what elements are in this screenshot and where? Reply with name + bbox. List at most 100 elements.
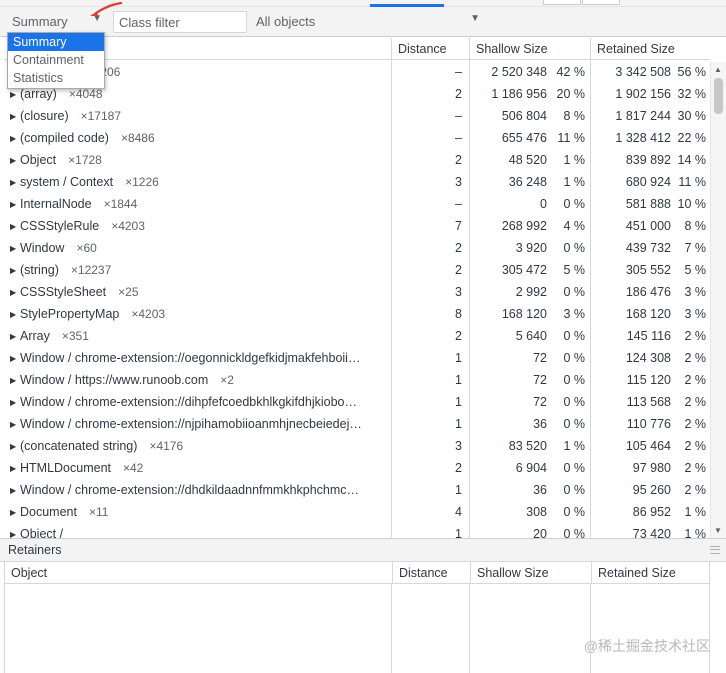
table-row[interactable]: ▶(system)×26206–2 520 34842 %3 342 50856… bbox=[4, 61, 710, 83]
class-filter-input[interactable] bbox=[113, 11, 247, 33]
column-divider bbox=[469, 584, 470, 673]
instance-count: ×4048 bbox=[68, 87, 103, 101]
expand-triangle-icon[interactable]: ▶ bbox=[10, 370, 20, 391]
constructor-name: Window bbox=[20, 241, 65, 255]
dropdown-option-summary[interactable]: Summary bbox=[8, 33, 104, 51]
table-row[interactable]: ▶ StylePropertyMap ×4203 8 168 120 3 % 168 120… bbox=[4, 303, 710, 325]
retained-size-cell: 581 888 bbox=[625, 197, 671, 211]
table-row[interactable]: ▶ Object / 1 20 0 % 73 420 1 % bbox=[4, 523, 710, 538]
shallow-percent-cell: 42 % bbox=[556, 65, 586, 79]
retained-size-cell: 86 952 bbox=[632, 505, 671, 519]
expand-triangle-icon[interactable]: ▶ bbox=[10, 436, 20, 457]
expand-triangle-icon[interactable]: ▶ bbox=[10, 194, 20, 215]
column-divider bbox=[391, 584, 392, 673]
column-header-retained-size[interactable]: Retained Size bbox=[591, 562, 711, 584]
distance-cell: 7 bbox=[455, 219, 462, 233]
retained-size-cell: 451 000 bbox=[625, 219, 671, 233]
retained-percent-cell: 2 % bbox=[684, 373, 706, 387]
retained-size-cell: 305 552 bbox=[625, 263, 671, 277]
constructor-name: (compiled code) bbox=[20, 131, 109, 145]
table-row[interactable]: ▶ (string) ×12237 2 305 472 5 % 305 552 5 % bbox=[4, 259, 710, 281]
expand-triangle-icon[interactable]: ▶ bbox=[10, 260, 20, 281]
shallow-size-cell: 36 bbox=[533, 417, 547, 431]
summary-scrollbar[interactable]: ▲ ▼ bbox=[710, 62, 726, 538]
shallow-percent-cell: 5 % bbox=[563, 263, 585, 277]
shallow-percent-cell: 20 % bbox=[556, 87, 586, 101]
retainers-pane-header: Retainers bbox=[0, 538, 726, 562]
table-row[interactable]: ▶ Object ×1728 2 48 520 1 % 839 892 14 % bbox=[4, 149, 710, 171]
table-row[interactable]: ▶ (compiled code) ×8486 – 655 476 11 % 1 328 4… bbox=[4, 127, 710, 149]
expand-triangle-icon[interactable]: ▶ bbox=[10, 216, 20, 237]
row-constructor: ▶ CSSStyleSheet ×25 bbox=[4, 281, 390, 303]
instance-count: ×60 bbox=[76, 241, 97, 255]
column-header-retained-size[interactable]: Retained Size bbox=[590, 38, 710, 60]
table-row[interactable]: ▶ CSSStyleRule ×4203 7 268 992 4 % 451 000 8 % bbox=[4, 215, 710, 237]
distance-cell: 4 bbox=[455, 505, 462, 519]
table-row[interactable]: ▶ system / Context ×1226 3 36 248 1 % 680 924 1… bbox=[4, 171, 710, 193]
table-row[interactable]: ▶ (concatenated string) ×4176 3 83 520 1 % 105… bbox=[4, 435, 710, 457]
column-header-object[interactable]: Object bbox=[5, 562, 392, 584]
column-header-distance[interactable]: Distance bbox=[392, 562, 470, 584]
expand-triangle-icon[interactable]: ▶ bbox=[10, 304, 20, 325]
shallow-percent-cell: 1 % bbox=[563, 153, 585, 167]
summary-grid-body: ▶(system)×26206–2 520 34842 %3 342 50856… bbox=[4, 61, 710, 538]
table-row[interactable]: ▶ HTMLDocument ×42 2 6 904 0 % 97 980 2 % bbox=[4, 457, 710, 479]
dropdown-option-statistics[interactable]: Statistics bbox=[8, 69, 104, 87]
retained-percent-cell: 32 % bbox=[677, 87, 707, 101]
scroll-up-icon[interactable]: ▲ bbox=[714, 65, 722, 74]
expand-triangle-icon[interactable]: ▶ bbox=[10, 282, 20, 303]
expand-triangle-icon[interactable]: ▶ bbox=[10, 348, 20, 369]
shallow-size-cell: 6 904 bbox=[515, 461, 547, 475]
table-row[interactable]: ▶ Array ×351 2 5 640 0 % 145 116 2 % bbox=[4, 325, 710, 347]
table-row[interactable]: ▶ Window / chrome-extension://dihpfefcoed… bbox=[4, 391, 710, 413]
shallow-percent-cell: 0 % bbox=[563, 483, 585, 497]
table-row[interactable]: ▶ CSSStyleSheet ×25 3 2 992 0 % 186 476 3 % bbox=[4, 281, 710, 303]
instance-count: ×1226 bbox=[125, 175, 159, 189]
row-constructor: ▶ Window / chrome-extension://dihpfefcoed… bbox=[4, 391, 390, 413]
table-row[interactable]: ▶ (array) ×4048 2 1 186 956 20 % 1 902 156 32 % bbox=[4, 83, 710, 105]
shallow-percent-cell: 0 % bbox=[563, 329, 585, 343]
retained-percent-cell: 3 % bbox=[684, 285, 706, 299]
table-row[interactable]: ▶ Window / chrome-extension://njpihamobii… bbox=[4, 413, 710, 435]
table-row[interactable]: ▶ Window / chrome-extension://dhdkildaadn… bbox=[4, 479, 710, 501]
expand-triangle-icon[interactable]: ▶ bbox=[10, 150, 20, 171]
expand-triangle-icon[interactable]: ▶ bbox=[10, 238, 20, 259]
table-row[interactable]: ▶ Window / https://www.runoob.com ×2 1 72 0 %… bbox=[4, 369, 710, 391]
top-button[interactable] bbox=[543, 0, 581, 5]
expand-triangle-icon[interactable]: ▶ bbox=[10, 480, 20, 501]
row-constructor: ▶ CSSStyleRule ×4203 bbox=[4, 215, 390, 237]
expand-triangle-icon[interactable]: ▶ bbox=[10, 524, 20, 538]
expand-triangle-icon[interactable]: ▶ bbox=[10, 458, 20, 479]
shallow-size-cell: 305 472 bbox=[501, 263, 547, 277]
instance-count: ×8486 bbox=[120, 131, 155, 145]
expand-triangle-icon[interactable]: ▶ bbox=[10, 106, 20, 127]
table-row[interactable]: ▶ Window ×60 2 3 920 0 % 439 732 7 % bbox=[4, 237, 710, 259]
dropdown-option-containment[interactable]: Containment bbox=[8, 51, 104, 69]
retained-percent-cell: 22 % bbox=[677, 131, 707, 145]
retained-size-cell: 115 120 bbox=[626, 373, 671, 387]
column-header-shallow-size[interactable]: Shallow Size bbox=[469, 38, 590, 60]
column-header-distance[interactable]: Distance bbox=[391, 38, 469, 60]
chevron-down-icon: ▼ bbox=[470, 13, 480, 24]
scroll-down-icon[interactable]: ▼ bbox=[714, 526, 722, 535]
table-row[interactable]: ▶ Document ×11 4 308 0 % 86 952 1 % bbox=[4, 501, 710, 523]
column-header-shallow-size[interactable]: Shallow Size bbox=[470, 562, 591, 584]
table-row[interactable]: ▶ (closure) ×17187 – 506 804 8 % 1 817 244 30 % bbox=[4, 105, 710, 127]
objects-select[interactable]: All objects ▼ bbox=[250, 11, 482, 33]
shallow-percent-cell: 11 % bbox=[557, 131, 585, 145]
constructor-name: CSSStyleSheet bbox=[20, 285, 107, 299]
distance-cell: 1 bbox=[455, 373, 462, 387]
retained-size-cell: 124 308 bbox=[625, 351, 671, 365]
table-row[interactable]: ▶ Window / chrome-extension://oegonnickld… bbox=[4, 347, 710, 369]
expand-triangle-icon[interactable]: ▶ bbox=[10, 392, 20, 413]
expand-triangle-icon[interactable]: ▶ bbox=[10, 414, 20, 435]
expand-triangle-icon[interactable]: ▶ bbox=[10, 128, 20, 149]
expand-triangle-icon[interactable]: ▶ bbox=[10, 172, 20, 193]
table-row[interactable]: ▶ InternalNode ×1844 – 0 0 % 581 888 10 % bbox=[4, 193, 710, 215]
scrollbar-thumb[interactable] bbox=[714, 78, 723, 114]
expand-triangle-icon[interactable]: ▶ bbox=[10, 326, 20, 347]
top-button[interactable] bbox=[582, 0, 620, 5]
drag-handle-icon[interactable] bbox=[710, 546, 720, 554]
expand-triangle-icon[interactable]: ▶ bbox=[10, 502, 20, 523]
shallow-percent-cell: 3 % bbox=[563, 307, 585, 321]
